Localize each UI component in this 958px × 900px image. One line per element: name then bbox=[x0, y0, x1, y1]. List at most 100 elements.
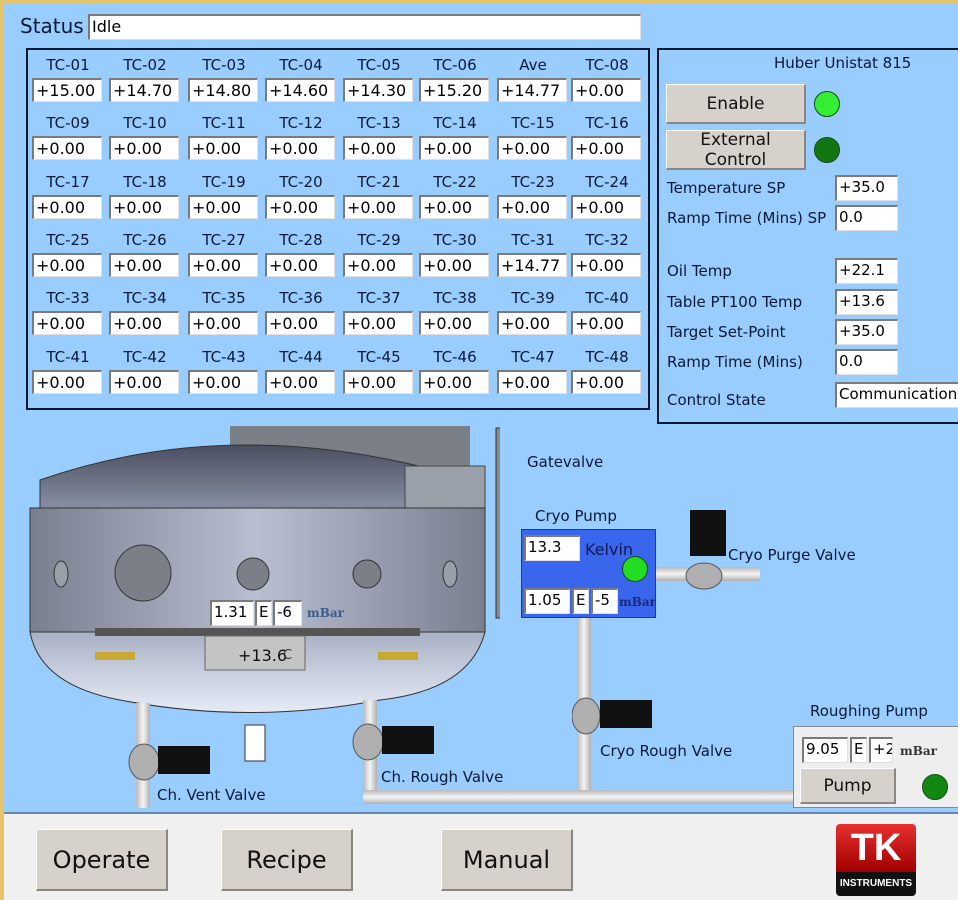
tc-value: +0.00 bbox=[497, 370, 567, 394]
tc-value: +0.00 bbox=[265, 311, 335, 335]
viewport-right bbox=[352, 559, 382, 589]
viewport-center bbox=[236, 557, 270, 591]
tc-value: +0.00 bbox=[497, 311, 567, 335]
tc-value: +0.00 bbox=[419, 195, 489, 219]
recipe-button[interactable]: Recipe bbox=[221, 829, 353, 891]
tc-value: +0.00 bbox=[109, 136, 179, 160]
tc-label: TC-21 bbox=[357, 173, 401, 191]
tc-label: TC-15 bbox=[511, 114, 555, 132]
tc-value: +0.00 bbox=[571, 136, 641, 160]
chamber-pressure-e: E bbox=[255, 600, 272, 626]
temperature-sp-label: Temperature SP bbox=[667, 179, 786, 197]
tc-value: +15.00 bbox=[32, 78, 102, 102]
operate-button[interactable]: Operate bbox=[36, 829, 168, 891]
tc-value: +14.77 bbox=[497, 78, 567, 102]
tc-label: TC-16 bbox=[585, 114, 629, 132]
tc-value: +0.00 bbox=[497, 136, 567, 160]
tc-label: TC-45 bbox=[357, 348, 401, 366]
tc-value: +15.20 bbox=[419, 78, 489, 102]
tc-value: +0.00 bbox=[571, 78, 641, 102]
cryo-temp-value: 13.3 bbox=[524, 535, 580, 561]
cryo-purge-valve-icon[interactable] bbox=[684, 510, 734, 590]
tc-value: +0.00 bbox=[188, 370, 258, 394]
tc-label: TC-33 bbox=[46, 289, 90, 307]
pump-button[interactable]: Pump bbox=[800, 768, 896, 804]
cryo-purge-valve-label: Cryo Purge Valve bbox=[728, 546, 856, 564]
tc-label: TC-34 bbox=[123, 289, 167, 307]
tc-value: +0.00 bbox=[32, 195, 102, 219]
tc-value: +0.00 bbox=[265, 195, 335, 219]
tc-value: +0.00 bbox=[571, 195, 641, 219]
tc-label: TC-22 bbox=[433, 173, 477, 191]
tc-value: +14.80 bbox=[188, 78, 258, 102]
tc-label: TC-13 bbox=[357, 114, 401, 132]
tc-label: TC-11 bbox=[202, 114, 246, 132]
tc-value: +0.00 bbox=[109, 311, 179, 335]
tc-value: +0.00 bbox=[32, 370, 102, 394]
roughing-pressure-e: E bbox=[850, 737, 867, 763]
tc-value: +0.00 bbox=[343, 136, 413, 160]
manual-button[interactable]: Manual bbox=[441, 829, 573, 891]
roughing-pressure-mantissa: 9.05 bbox=[802, 737, 848, 763]
roughing-pump-label: Roughing Pump bbox=[810, 702, 928, 720]
table-pt100-value: +13.6 bbox=[835, 289, 898, 315]
tc-label: Ave bbox=[519, 56, 547, 74]
tc-label: TC-42 bbox=[123, 348, 167, 366]
tc-label: TC-03 bbox=[202, 56, 246, 74]
control-state-value: Communication bbox=[835, 382, 958, 408]
tc-label: TC-30 bbox=[433, 231, 477, 249]
tc-label: TC-35 bbox=[202, 289, 246, 307]
roughing-pressure-unit: mBar bbox=[900, 744, 937, 758]
tc-value: +0.00 bbox=[497, 195, 567, 219]
tc-value: +0.00 bbox=[343, 311, 413, 335]
ch-vent-valve-icon[interactable] bbox=[128, 740, 212, 784]
tc-label: TC-10 bbox=[123, 114, 167, 132]
roughing-pressure-exponent: +2 bbox=[869, 737, 893, 763]
tc-label: TC-36 bbox=[279, 289, 323, 307]
tc-value: +14.30 bbox=[343, 78, 413, 102]
cryo-rough-valve-icon[interactable] bbox=[572, 694, 656, 738]
roughing-manifold-pipe bbox=[363, 790, 795, 804]
control-state-label: Control State bbox=[667, 391, 766, 409]
status-label: Status bbox=[20, 14, 84, 38]
tc-label: TC-14 bbox=[433, 114, 477, 132]
tc-value: +0.00 bbox=[265, 253, 335, 277]
cryo-pressure-exponent: -5 bbox=[591, 588, 618, 614]
tc-label: TC-28 bbox=[279, 231, 323, 249]
temperature-sp-input[interactable]: +35.0 bbox=[835, 175, 898, 201]
external-control-button[interactable]: External Control bbox=[666, 130, 806, 170]
enable-button[interactable]: Enable bbox=[666, 84, 806, 124]
ch-rough-valve-icon[interactable] bbox=[352, 720, 436, 764]
tc-label: TC-20 bbox=[279, 173, 323, 191]
tc-value: +0.00 bbox=[419, 253, 489, 277]
gear-left bbox=[95, 652, 135, 660]
cryo-rough-valve-label: Cryo Rough Valve bbox=[600, 742, 733, 760]
gatevalve-body bbox=[495, 427, 500, 619]
tc-value: +0.00 bbox=[109, 370, 179, 394]
tc-value: +0.00 bbox=[571, 253, 641, 277]
tc-value: +0.00 bbox=[419, 311, 489, 335]
tc-label: TC-12 bbox=[279, 114, 323, 132]
tc-label: TC-02 bbox=[123, 56, 167, 74]
tc-value: +0.00 bbox=[343, 370, 413, 394]
cryo-pressure-mantissa: 1.05 bbox=[524, 588, 570, 614]
tc-label: TC-29 bbox=[357, 231, 401, 249]
tc-label: TC-19 bbox=[202, 173, 246, 191]
chamber-pressure-mantissa: 1.31 bbox=[210, 600, 254, 626]
tc-value: +0.00 bbox=[343, 195, 413, 219]
tc-label: TC-18 bbox=[123, 173, 167, 191]
ch-vent-valve-label: Ch. Vent Valve bbox=[157, 786, 266, 804]
ch-rough-valve-label: Ch. Rough Valve bbox=[381, 768, 504, 786]
chamber-pressure-exponent: -6 bbox=[273, 600, 302, 626]
tc-value: +0.00 bbox=[265, 370, 335, 394]
window-frame-top bbox=[0, 0, 958, 4]
ramp-time-value: 0.0 bbox=[835, 349, 898, 375]
tc-label: TC-31 bbox=[511, 231, 555, 249]
ramp-time-sp-input[interactable]: 0.0 bbox=[835, 205, 898, 231]
tc-value: +0.00 bbox=[571, 370, 641, 394]
table-plate bbox=[95, 628, 420, 636]
tc-label: TC-44 bbox=[279, 348, 323, 366]
table-temp-value: +13.6 bbox=[238, 646, 288, 665]
tc-label: TC-40 bbox=[585, 289, 629, 307]
tc-label: TC-48 bbox=[585, 348, 629, 366]
